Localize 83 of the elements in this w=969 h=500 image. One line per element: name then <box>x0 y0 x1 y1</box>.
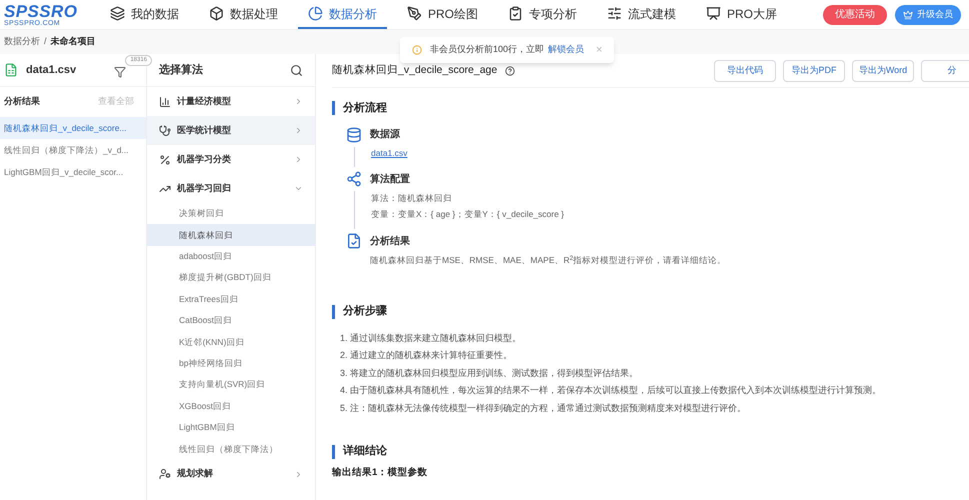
nav-icon <box>508 6 524 21</box>
nav-icon <box>209 6 224 21</box>
algorithm-item[interactable]: bp神经网络回归 <box>147 352 315 374</box>
nav-tab[interactable]: 专项分析 <box>498 0 588 29</box>
step-text: 变量：变量X：{ age }；变量Y：{ v_decile_score } <box>371 208 566 222</box>
category-item[interactable]: 计量经济模型 <box>147 87 315 116</box>
algorithm-item[interactable]: XGBoost回归 <box>147 396 315 417</box>
report-title: 随机森林回归_v_decile_score_age <box>332 62 498 78</box>
search-icon[interactable] <box>290 64 303 76</box>
promo-button[interactable]: 优惠活动 <box>823 4 887 24</box>
toast-text: 非会员仅分析前100行，立即 <box>430 43 544 56</box>
unlock-link[interactable]: 解锁会员 <box>548 43 584 57</box>
caret-icon <box>294 126 303 135</box>
step-icon <box>346 126 362 142</box>
panel-title: 选择算法 <box>159 62 203 78</box>
caret-icon <box>294 470 303 479</box>
step-icon <box>346 233 362 250</box>
step-title: 数据源 <box>370 128 400 142</box>
export-button[interactable]: 导出代码 <box>714 60 776 82</box>
step-line: 2. 通过建立的随机森林来计算特征重要性。 <box>340 349 514 362</box>
file-link[interactable]: data1.csv <box>371 146 969 160</box>
nav-icon <box>407 6 422 21</box>
nav-tab[interactable]: 流式建模 <box>597 0 686 29</box>
category-item[interactable]: 规划求解 <box>147 460 315 489</box>
category-icon <box>159 154 171 166</box>
export-button[interactable]: 导出为PDF <box>783 60 845 82</box>
section-title: 分析步骤 <box>343 304 387 320</box>
step-line: 3. 将建立的随机森林回归模型应用到训练、测试数据，得到模型评估结果。 <box>340 366 640 380</box>
category-item[interactable]: 机器学习分类 <box>147 145 315 174</box>
algorithm-item[interactable]: 梯度提升树(GBDT)回归 <box>147 267 315 289</box>
algorithm-item[interactable]: 决策树回归 <box>147 203 315 224</box>
step-line: 5. 注：随机森林无法像传统模型一样得到确定的方程，通常通过测试数据预测精度来对模型进行评价。 <box>340 402 748 415</box>
category-icon <box>159 96 171 108</box>
category-icon <box>159 124 171 136</box>
warning-icon <box>412 45 422 55</box>
nav-tab[interactable]: 我的数据 <box>100 0 189 29</box>
step-title: 算法配置 <box>370 172 410 187</box>
category-icon <box>159 468 171 480</box>
help-icon[interactable] <box>505 66 516 76</box>
nav-tab[interactable]: PRO绘图 <box>397 0 488 29</box>
step-line: 1. 通过训练集数据来建立随机森林回归模型。 <box>340 332 522 345</box>
algorithm-item[interactable]: LightGBM回归 <box>147 416 315 438</box>
caret-icon <box>294 97 303 106</box>
category-item[interactable]: 医学统计模型 <box>147 116 315 145</box>
nav-icon <box>308 6 323 21</box>
algorithm-item[interactable]: 支持向量机(SVR)回归 <box>147 374 315 396</box>
breadcrumb-item: / <box>44 35 47 48</box>
step-line: 4. 由于随机森林具有随机性，每次运算的结果不一样，若保存本次训练模型，后续可以直接上传数据代入到本次训练模型进行计算预测。 <box>340 384 882 398</box>
caret-icon <box>294 184 303 193</box>
category-item[interactable]: 机器学习回归 <box>147 174 315 203</box>
algorithm-item[interactable]: 随机森林回归 <box>147 224 315 246</box>
file-name[interactable]: data1.csv <box>26 62 76 78</box>
logo[interactable]: SPSSRO <box>4 2 100 20</box>
filter-icon[interactable] <box>114 66 126 78</box>
result-item[interactable]: 线性回归（梯度下降法）_v_d... <box>0 139 146 161</box>
breadcrumb-item: 未命名项目 <box>50 35 96 48</box>
export-button[interactable]: 分 <box>921 60 969 82</box>
algorithm-item[interactable]: adaboost回归 <box>147 246 315 268</box>
algorithm-item[interactable]: ExtraTrees回归 <box>147 288 315 310</box>
nav-icon <box>607 6 622 21</box>
result-item[interactable]: 随机森林回归_v_decile_score... <box>0 117 146 139</box>
section-title: 详细结论 <box>343 444 387 460</box>
algorithm-item[interactable]: CatBoost回归 <box>147 310 315 332</box>
nav-icon <box>706 6 722 21</box>
crown-icon <box>903 10 913 20</box>
step-icon <box>346 171 362 188</box>
result-item[interactable]: LightGBM回归_v_decile_scor... <box>0 161 146 183</box>
step-text: 随机森林回归基于MSE、RMSE、MAE、MAPE、R$^{2}$指标对模型进行评价，请看详细结论。 <box>370 254 728 268</box>
upgrade-button[interactable]: 升级会员 <box>895 4 961 24</box>
algorithm-item[interactable]: 线性回归（梯度下降法） <box>147 438 315 460</box>
step-text: 算法：随机森林回归 <box>371 192 453 206</box>
step-title: 分析结果 <box>370 234 410 249</box>
nav-tab[interactable]: 数据处理 <box>199 0 288 29</box>
section-title: 分析流程 <box>343 100 387 116</box>
export-button[interactable]: 导出为Word <box>852 60 914 82</box>
algorithm-item[interactable]: K近邻(KNN)回归 <box>147 331 315 353</box>
nav-icon <box>110 6 125 21</box>
breadcrumb-item[interactable]: 数据分析 <box>4 35 40 49</box>
spreadsheet-icon <box>4 63 18 77</box>
output-title: 输出结果1：模型参数 <box>332 466 428 480</box>
caret-icon <box>294 155 303 164</box>
nav-tab[interactable]: PRO大屏 <box>696 0 788 29</box>
section-label: 分析结果 <box>4 95 40 108</box>
